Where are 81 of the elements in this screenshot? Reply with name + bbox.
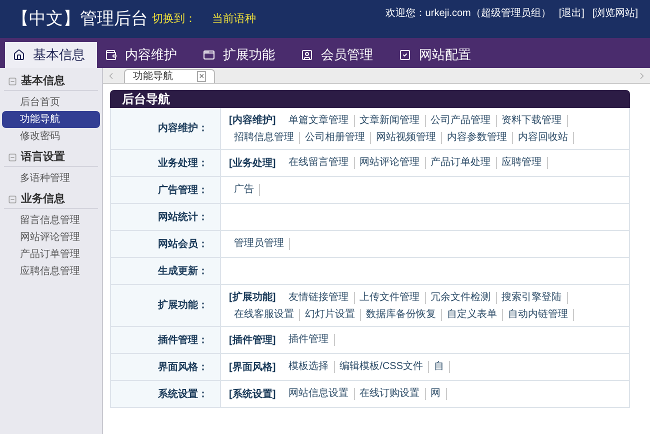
- sidebar-item[interactable]: 修改密码: [2, 128, 100, 145]
- sidebar-item[interactable]: 留言信息管理: [2, 212, 100, 229]
- checkbox-icon: [399, 49, 411, 61]
- sidebar-group-title[interactable]: 语言设置: [21, 148, 65, 166]
- collapse-icon[interactable]: [8, 76, 17, 86]
- row-label: 内容维护：: [158, 121, 208, 136]
- nav-link[interactable]: 内容回收站: [513, 132, 574, 144]
- sidebar-group-title[interactable]: 业务信息: [21, 190, 65, 208]
- page-tab[interactable]: 功能导航 ×: [124, 69, 216, 83]
- nav-link[interactable]: 冗余文件检测: [426, 292, 497, 304]
- row-label: 网站统计：: [158, 210, 208, 224]
- row-label: 广告管理：: [158, 183, 208, 198]
- nav-link[interactable]: 资料下载管理: [496, 114, 568, 126]
- sidebar-item[interactable]: 后台首页: [2, 94, 100, 111]
- nav-link[interactable]: 自: [429, 361, 450, 373]
- nav-link[interactable]: 招聘信息管理: [229, 132, 300, 144]
- main-tab[interactable]: 扩展功能: [195, 42, 293, 68]
- language-link[interactable]: 当前语种: [212, 10, 256, 28]
- row-label: 系统设置：: [158, 388, 208, 402]
- nav-link[interactable]: 广告: [229, 184, 260, 196]
- section-link[interactable]: [系统设置]: [229, 386, 284, 402]
- sidebar-group-title[interactable]: 基本信息: [21, 72, 65, 90]
- row-label: 网站会员：: [158, 238, 208, 252]
- sidebar-item[interactable]: 应聘信息管理: [2, 263, 100, 280]
- sidebar-item[interactable]: 多语种管理: [2, 170, 100, 187]
- nav-link[interactable]: 内容参数管理: [442, 132, 513, 144]
- nav-link[interactable]: 插件管理: [284, 334, 335, 346]
- section-link[interactable]: [界面风格]: [229, 360, 284, 374]
- page-tab-label: 功能导航: [133, 70, 173, 84]
- collapse-icon[interactable]: [8, 152, 17, 162]
- section-link[interactable]: [扩展功能]: [229, 290, 284, 305]
- nav-link[interactable]: 模板选择: [284, 361, 335, 373]
- nav-link[interactable]: 搜索引擎登陆: [496, 292, 568, 304]
- wallet-icon: [105, 49, 117, 61]
- section-link[interactable]: [业务处理]: [229, 156, 284, 170]
- nav-link[interactable]: 单篇文章管理: [284, 114, 355, 126]
- switch-label: 切换到：: [152, 12, 196, 27]
- app-title: 【中文】管理后台: [12, 8, 148, 30]
- home-icon: [13, 49, 25, 61]
- nav-link[interactable]: 在线客服设置: [229, 309, 300, 321]
- collapse-icon[interactable]: [8, 194, 17, 204]
- nav-link[interactable]: 网站视频管理: [371, 132, 442, 144]
- header-link[interactable]: 欢迎您：urkeji.com（超级管理员组）: [385, 6, 551, 21]
- nav-link[interactable]: 管理员管理: [229, 238, 290, 250]
- row-label: 界面风格：: [158, 360, 208, 374]
- nav-link[interactable]: 产品订单处理: [426, 157, 497, 169]
- nav-link[interactable]: 自定义表单: [442, 309, 503, 321]
- nav-link[interactable]: 应聘管理: [496, 157, 548, 169]
- sidebar-item[interactable]: 产品订单管理: [2, 246, 100, 263]
- section-link[interactable]: [插件管理]: [229, 332, 284, 348]
- nav-link[interactable]: 数据库备份恢复: [361, 309, 442, 321]
- nav-link[interactable]: 在线留言管理: [284, 157, 355, 169]
- close-button[interactable]: ×: [197, 71, 206, 82]
- panel-title: 后台导航: [122, 91, 170, 108]
- nav-link[interactable]: 网站评论管理: [354, 157, 426, 169]
- row-label: 生成更新：: [158, 264, 208, 278]
- row-label: 业务处理：: [158, 156, 208, 170]
- section-link[interactable]: [内容维护]: [229, 113, 284, 128]
- sidebar-item[interactable]: 网站评论管理: [2, 229, 100, 246]
- user-icon: [301, 49, 313, 61]
- sidebar-item[interactable]: 功能导航: [2, 111, 100, 128]
- nav-link[interactable]: 上传文件管理: [354, 292, 426, 304]
- nav-link[interactable]: 在线订购设置: [354, 388, 426, 400]
- row-label: 插件管理：: [158, 334, 208, 348]
- nav-link[interactable]: 公司产品管理: [426, 114, 497, 126]
- nav-link[interactable]: 友情链接管理: [284, 292, 355, 304]
- nav-link[interactable]: 网站信息设置: [284, 388, 355, 400]
- main-tab[interactable]: 基本信息: [5, 42, 97, 68]
- nav-link[interactable]: 网: [426, 388, 447, 400]
- header-link[interactable]: [浏览网站]: [592, 6, 638, 21]
- window-icon: [203, 49, 215, 61]
- main-tab[interactable]: 网站配置: [391, 42, 489, 68]
- row-label: 扩展功能：: [158, 298, 208, 313]
- nav-link[interactable]: 文章新闻管理: [354, 114, 426, 126]
- nav-link[interactable]: 编辑模板/CSS文件: [334, 361, 430, 373]
- nav-link[interactable]: 幻灯片设置: [300, 309, 361, 321]
- header-link[interactable]: [退出]: [558, 6, 584, 21]
- nav-link[interactable]: 自动内链管理: [503, 309, 574, 321]
- main-tab[interactable]: 会员管理: [293, 42, 391, 68]
- main-tab[interactable]: 内容维护: [97, 42, 195, 68]
- nav-link[interactable]: 公司相册管理: [300, 132, 371, 144]
